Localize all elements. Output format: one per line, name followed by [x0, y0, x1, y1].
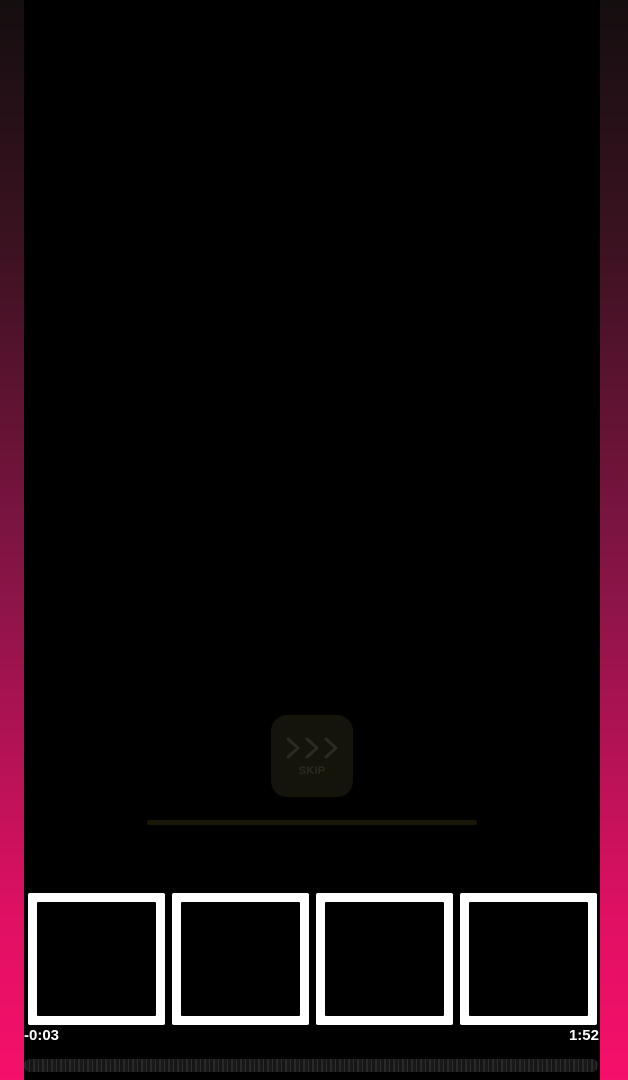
thumbnail-image	[325, 902, 444, 1016]
timeline-scrubber[interactable]	[24, 1059, 598, 1072]
skip-progress-track	[147, 820, 477, 825]
waveform-ticks	[24, 1059, 598, 1072]
thumbnail-strip	[28, 893, 598, 1025]
skip-label: SKIP	[298, 765, 326, 777]
thumbnail-image	[181, 902, 300, 1016]
skip-button[interactable]: SKIP	[271, 715, 353, 797]
video-editor-screen: SKIP -0:03 1:52	[0, 0, 628, 1080]
thumbnail-frame-2[interactable]	[172, 893, 309, 1025]
thumbnail-image	[469, 902, 588, 1016]
thumbnail-frame-4[interactable]	[460, 893, 597, 1025]
elapsed-time: -0:03	[24, 1027, 60, 1044]
right-edge-glow	[600, 0, 628, 1080]
thumbnail-frame-1[interactable]	[28, 893, 165, 1025]
left-edge-glow	[0, 0, 24, 1080]
total-duration: 1:52	[568, 1027, 599, 1044]
thumbnail-frame-3[interactable]	[316, 893, 453, 1025]
triple-chevron-right-icon	[286, 737, 338, 759]
thumbnail-image	[37, 902, 156, 1016]
